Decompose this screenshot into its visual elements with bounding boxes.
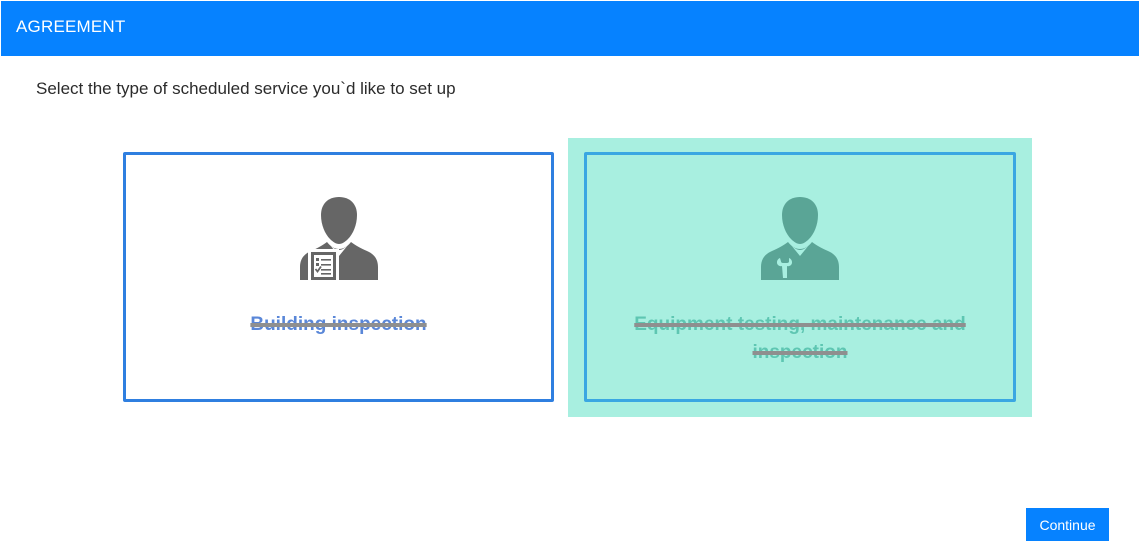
option-card-building-inspection[interactable]: Building inspection — [123, 152, 554, 402]
page-prompt: Select the type of scheduled service you… — [36, 79, 456, 98]
app-header: AGREEMENT — [1, 1, 1139, 56]
option-label-equipment-testing: Equipment testing, maintenance and inspe… — [634, 314, 966, 363]
continue-button[interactable]: Continue — [1026, 508, 1109, 541]
inspector-person-icon — [299, 197, 378, 283]
option-label-building-inspection: Building inspection — [250, 314, 427, 335]
option-card-equipment-testing[interactable]: Equipment testing, maintenance and inspe… — [584, 152, 1016, 402]
header-title: AGREEMENT — [16, 17, 126, 36]
technician-person-icon — [761, 197, 839, 280]
